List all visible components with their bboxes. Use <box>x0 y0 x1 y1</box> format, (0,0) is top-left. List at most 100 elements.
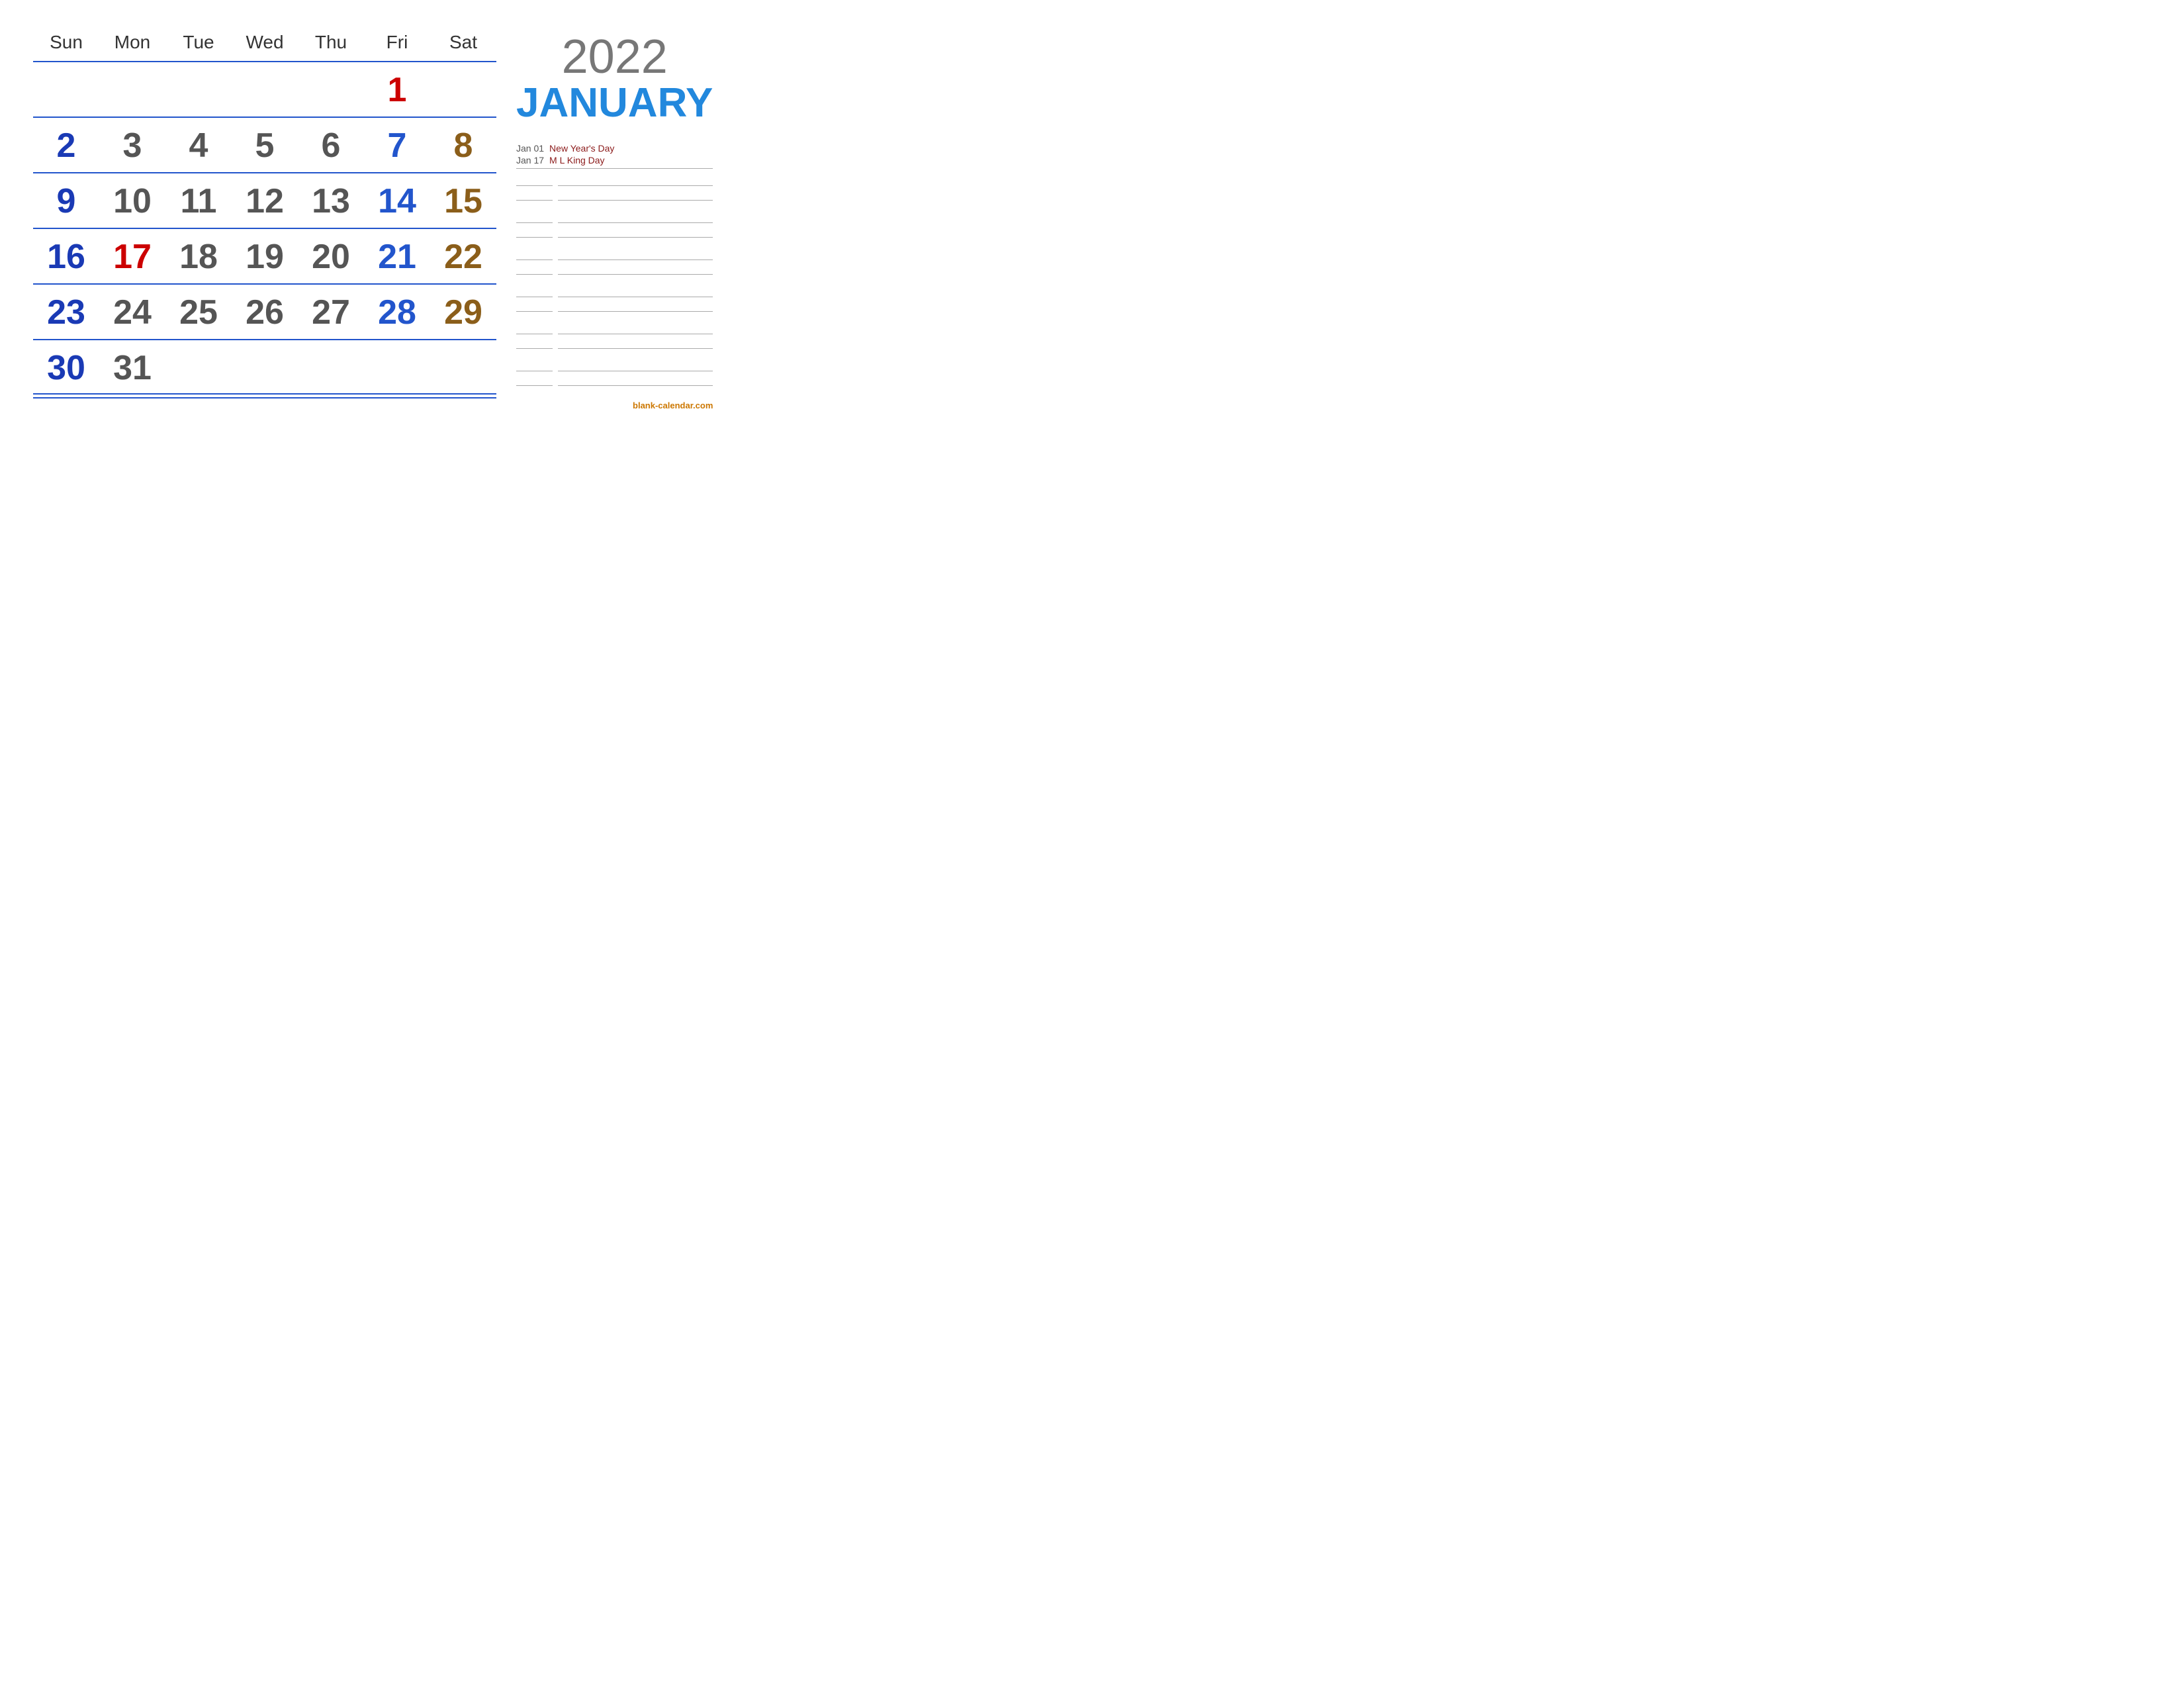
day-cell: 12 <box>232 177 298 224</box>
day-cell: 13 <box>298 177 364 224</box>
note-text-line <box>558 299 713 312</box>
holiday-entry: Jan 01New Year's Day <box>516 143 713 154</box>
note-row <box>516 210 713 223</box>
note-text-line <box>558 373 713 386</box>
note-date-line <box>516 247 553 260</box>
day-cell: 2 <box>33 122 99 168</box>
note-row <box>516 173 713 186</box>
day-cell <box>99 66 165 113</box>
week-row-4: 16171819202122 <box>33 228 496 282</box>
watermark: blank-calendar.com <box>516 400 713 410</box>
note-date-line <box>516 373 553 386</box>
day-cell: 20 <box>298 233 364 279</box>
note-row <box>516 247 713 260</box>
note-date-line <box>516 224 553 238</box>
day-cell: 1 <box>364 66 430 113</box>
note-lines: Jan 01New Year's DayJan 17M L King Day <box>516 143 713 386</box>
holiday-date: Jan 01 <box>516 143 549 154</box>
day-cell: 10 <box>99 177 165 224</box>
day-headers-row: SunMonTueWedThuFriSat <box>33 26 496 58</box>
day-cell: 4 <box>165 122 232 168</box>
week-row-3: 9101112131415 <box>33 172 496 226</box>
calendar-grid: SunMonTueWedThuFriSat 1 2345678910111213… <box>33 26 510 410</box>
day-cell: 28 <box>364 289 430 335</box>
day-header-fri: Fri <box>364 26 430 58</box>
day-cell: 21 <box>364 233 430 279</box>
holiday-date: Jan 17 <box>516 155 549 165</box>
note-line-group-4 <box>516 284 713 312</box>
note-text-line <box>558 187 713 201</box>
note-date-line <box>516 299 553 312</box>
note-date-line <box>516 284 553 297</box>
note-text-line <box>558 284 713 297</box>
day-cell <box>33 66 99 113</box>
day-header-wed: Wed <box>232 26 298 58</box>
week-row-1: 1 <box>33 61 496 115</box>
day-cell: 5 <box>232 122 298 168</box>
note-text-line <box>558 224 713 238</box>
note-row <box>516 358 713 371</box>
note-text-line <box>558 173 713 186</box>
week-row-6: 3031 <box>33 339 496 395</box>
note-text-line <box>558 358 713 371</box>
day-header-mon: Mon <box>99 26 165 58</box>
day-cell: 3 <box>99 122 165 168</box>
note-text-line <box>558 261 713 275</box>
day-cell <box>364 344 430 391</box>
note-line-group-1 <box>516 173 713 201</box>
day-cell <box>430 66 496 113</box>
note-date-line <box>516 187 553 201</box>
day-cell: 6 <box>298 122 364 168</box>
day-cell <box>430 344 496 391</box>
note-date-line <box>516 173 553 186</box>
year-display: 2022 <box>516 33 713 81</box>
note-line-group-6 <box>516 358 713 386</box>
day-cell: 9 <box>33 177 99 224</box>
weeks-container: 1 23456789101112131415161718192021222324… <box>33 61 496 395</box>
day-cell <box>298 66 364 113</box>
day-cell: 15 <box>430 177 496 224</box>
week-row-5: 23242526272829 <box>33 283 496 338</box>
day-cell: 18 <box>165 233 232 279</box>
day-cell <box>165 344 232 391</box>
note-text-line <box>558 336 713 349</box>
note-row <box>516 321 713 334</box>
day-cell: 8 <box>430 122 496 168</box>
note-row <box>516 336 713 349</box>
note-row <box>516 187 713 201</box>
note-line-group-3 <box>516 247 713 275</box>
day-cell: 30 <box>33 344 99 391</box>
note-text-line <box>558 321 713 334</box>
day-cell: 16 <box>33 233 99 279</box>
day-cell <box>232 344 298 391</box>
day-header-thu: Thu <box>298 26 364 58</box>
note-row <box>516 261 713 275</box>
note-date-line <box>516 321 553 334</box>
day-cell: 25 <box>165 289 232 335</box>
day-cell: 19 <box>232 233 298 279</box>
day-cell <box>298 344 364 391</box>
day-cell: 26 <box>232 289 298 335</box>
week-row-2: 2345678 <box>33 117 496 171</box>
day-header-tue: Tue <box>165 26 232 58</box>
day-cell: 27 <box>298 289 364 335</box>
day-cell: 22 <box>430 233 496 279</box>
note-row <box>516 299 713 312</box>
holiday-entry: Jan 17M L King Day <box>516 155 713 165</box>
day-cell: 17 <box>99 233 165 279</box>
holidays-section: Jan 01New Year's DayJan 17M L King Day <box>516 139 713 395</box>
day-cell <box>165 66 232 113</box>
note-text-line <box>558 210 713 223</box>
day-cell: 29 <box>430 289 496 335</box>
day-cell <box>232 66 298 113</box>
day-cell: 14 <box>364 177 430 224</box>
month-display: JANUARY <box>516 81 713 126</box>
calendar-info: 2022 JANUARY Jan 01New Year's DayJan 17M… <box>510 26 713 410</box>
holiday-name: New Year's Day <box>549 143 713 154</box>
day-cell: 23 <box>33 289 99 335</box>
note-line-group-5 <box>516 321 713 349</box>
note-row <box>516 224 713 238</box>
note-date-line <box>516 261 553 275</box>
bottom-line <box>33 397 496 399</box>
day-cell: 11 <box>165 177 232 224</box>
